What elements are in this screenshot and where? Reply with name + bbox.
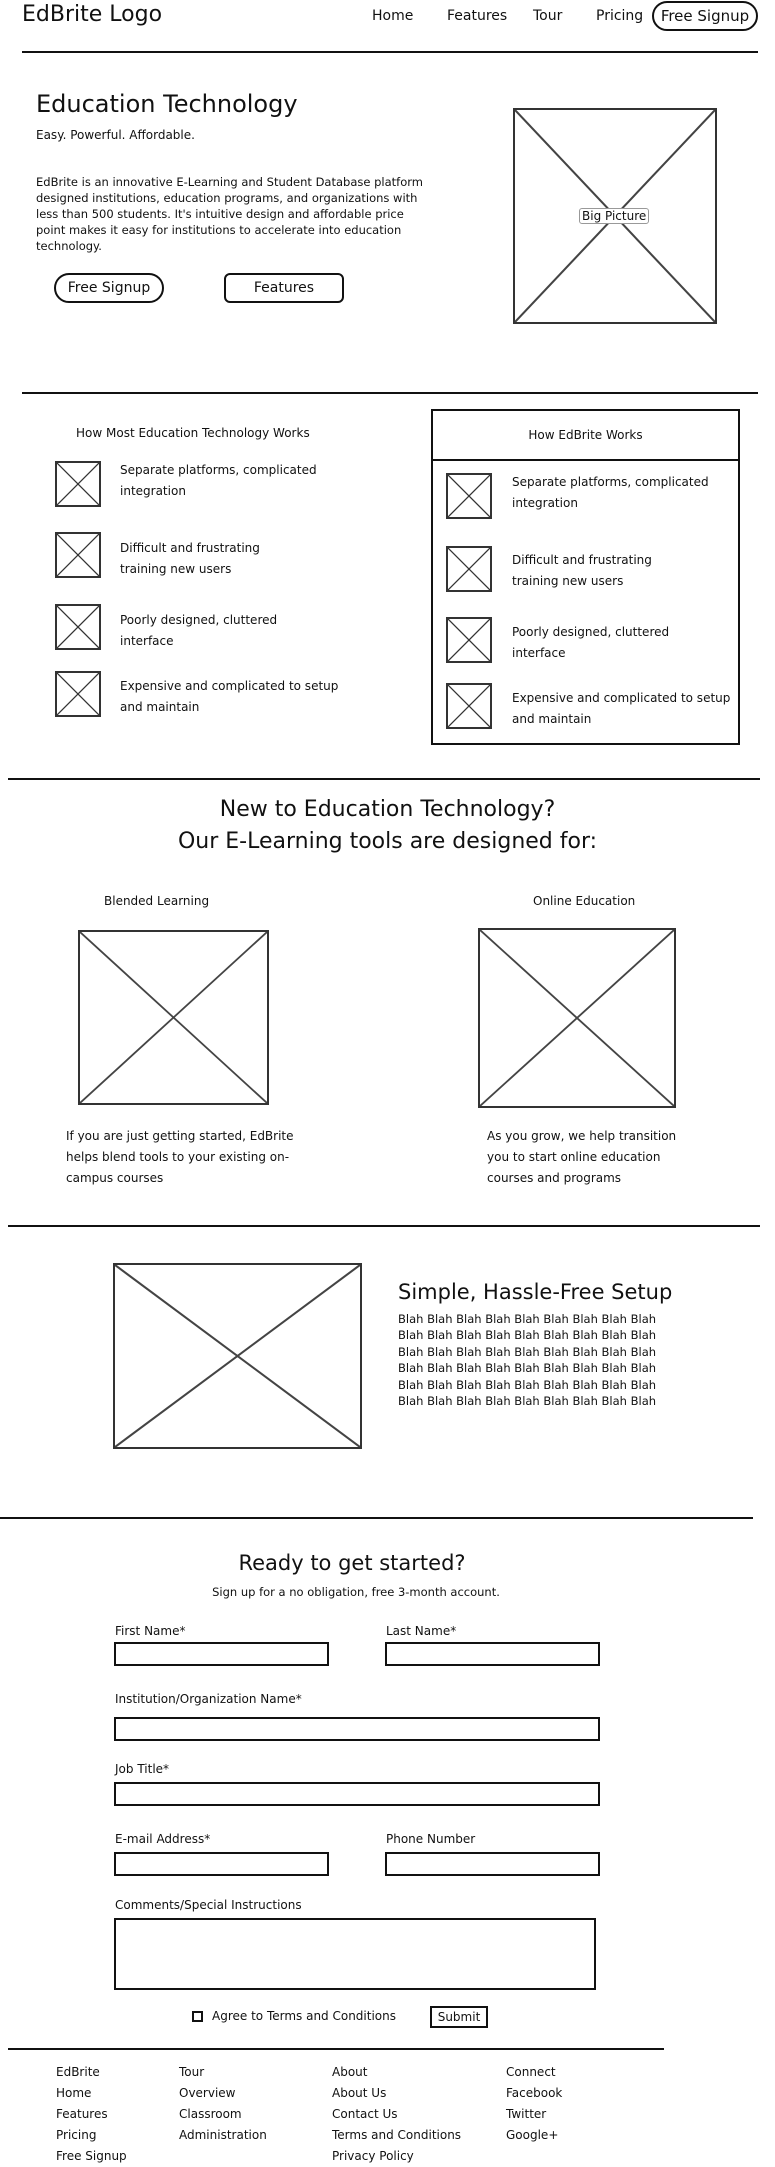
nav-features[interactable]: Features [447, 8, 507, 24]
nav-home[interactable]: Home [372, 8, 413, 24]
divider [22, 51, 758, 53]
right-item-icon [446, 473, 492, 519]
footer-col4-item[interactable]: Google+ [506, 2128, 558, 2142]
divider [8, 1225, 760, 1227]
hero-tagline: Easy. Powerful. Affordable. [36, 128, 195, 142]
email-input[interactable] [114, 1852, 329, 1876]
hero-image-placeholder: Big Picture [513, 108, 717, 324]
setup-image-placeholder [113, 1263, 362, 1449]
compare-right-title: How EdBrite Works [528, 428, 643, 442]
nav-tour[interactable]: Tour [533, 8, 562, 24]
image-placeholder-icon [80, 932, 267, 1103]
left-item-text: Poorly designed, cluttered interface [120, 613, 278, 648]
job-title-input[interactable] [114, 1782, 600, 1806]
agree-checkbox[interactable] [192, 2011, 203, 2022]
newto-heading-2: Our E-Learning tools are designed for: [177, 829, 598, 854]
blended-image-placeholder [78, 930, 269, 1105]
hero-features-button[interactable]: Features [224, 273, 344, 303]
hero-features-label: Features [253, 280, 315, 296]
header-signup-label: Free Signup [660, 7, 750, 25]
left-item-text: Expensive and complicated to setup and m… [120, 679, 339, 714]
footer-col2-item[interactable]: Tour [179, 2065, 204, 2079]
divider [8, 2048, 664, 2050]
footer-col3-item[interactable]: Privacy Policy [332, 2149, 414, 2163]
footer-col4-item[interactable]: Connect [506, 2065, 556, 2079]
nav-pricing[interactable]: Pricing [596, 8, 643, 24]
right-item-icon [446, 617, 492, 663]
form-subtitle: Sign up for a no obligation, free 3-mont… [212, 1585, 500, 1599]
phone-label: Phone Number [386, 1832, 476, 1846]
phone-input[interactable] [385, 1852, 600, 1876]
footer-col3-item[interactable]: About [332, 2065, 367, 2079]
footer-col2-item[interactable]: Classroom [179, 2107, 242, 2121]
hero-title: Education Technology [36, 90, 298, 118]
header-signup-button[interactable]: Free Signup [652, 1, 758, 31]
footer-col1-item[interactable]: Pricing [56, 2128, 96, 2142]
setup-body: Blah Blah Blah Blah Blah Blah Blah Blah … [398, 1312, 657, 1411]
left-item-icon [55, 604, 101, 650]
job-title-label: Job Title* [115, 1762, 170, 1776]
blended-title: Blended Learning [104, 894, 210, 908]
left-item-text: Difficult and frustrating training new u… [120, 541, 260, 576]
footer-col2-item[interactable]: Overview [179, 2086, 236, 2100]
online-image-placeholder [478, 928, 676, 1108]
divider [22, 392, 758, 394]
blended-body: If you are just getting started, EdBrite… [66, 1129, 294, 1185]
edbrite-compare-header: How EdBrite Works [431, 409, 740, 461]
newto-heading-1: New to Education Technology? [219, 797, 556, 822]
footer-col2-item[interactable]: Administration [179, 2128, 267, 2142]
image-placeholder-icon [480, 930, 674, 1106]
left-item-icon [55, 461, 101, 507]
right-item-text: Separate platforms, complicated integrat… [512, 475, 709, 510]
form-title: Ready to get started? [238, 1551, 466, 1575]
footer-col3-item[interactable]: Contact Us [332, 2107, 398, 2121]
right-item-icon [446, 683, 492, 729]
first-name-label: First Name* [115, 1624, 186, 1638]
left-item-icon [55, 671, 101, 717]
hero-body: EdBrite is an innovative E-Learning and … [36, 175, 423, 253]
left-item-text: Separate platforms, complicated integrat… [120, 463, 317, 498]
submit-button[interactable]: Submit [430, 2006, 488, 2028]
email-label: E-mail Address* [115, 1832, 211, 1846]
first-name-input[interactable] [114, 1642, 329, 1666]
logo[interactable]: EdBrite Logo [22, 0, 162, 30]
footer-col4-item[interactable]: Facebook [506, 2086, 562, 2100]
right-item-text: Poorly designed, cluttered interface [512, 625, 670, 660]
divider [8, 778, 760, 780]
hero-signup-label: Free Signup [67, 280, 151, 296]
footer-col1-item[interactable]: EdBrite [56, 2065, 100, 2079]
last-name-label: Last Name* [386, 1624, 457, 1638]
divider [0, 1517, 753, 1519]
image-placeholder-icon [115, 1265, 360, 1447]
hero-signup-button[interactable]: Free Signup [54, 273, 164, 303]
comments-textarea[interactable] [114, 1918, 596, 1990]
right-item-icon [446, 546, 492, 592]
agree-label: Agree to Terms and Conditions [212, 2009, 396, 2023]
compare-left-title: How Most Education Technology Works [76, 426, 310, 440]
footer-col1-item[interactable]: Features [56, 2107, 108, 2121]
institution-input[interactable] [114, 1717, 600, 1741]
last-name-input[interactable] [385, 1642, 600, 1666]
submit-label: Submit [437, 2010, 481, 2024]
right-item-text: Difficult and frustrating training new u… [512, 553, 652, 588]
online-title: Online Education [533, 894, 636, 908]
institution-label: Institution/Organization Name* [115, 1692, 302, 1706]
online-body: As you grow, we help transition you to s… [487, 1129, 677, 1185]
footer-col1-item[interactable]: Free Signup [56, 2149, 127, 2163]
hero-image-label: Big Picture [579, 208, 650, 224]
footer-col4-item[interactable]: Twitter [506, 2107, 546, 2121]
left-item-icon [55, 532, 101, 578]
footer-col3-item[interactable]: About Us [332, 2086, 386, 2100]
setup-title: Simple, Hassle-Free Setup [398, 1280, 673, 1304]
footer-col3-item[interactable]: Terms and Conditions [332, 2128, 461, 2142]
footer-col1-item[interactable]: Home [56, 2086, 91, 2100]
right-item-text: Expensive and complicated to setup and m… [512, 691, 731, 726]
comments-label: Comments/Special Instructions [115, 1898, 302, 1912]
